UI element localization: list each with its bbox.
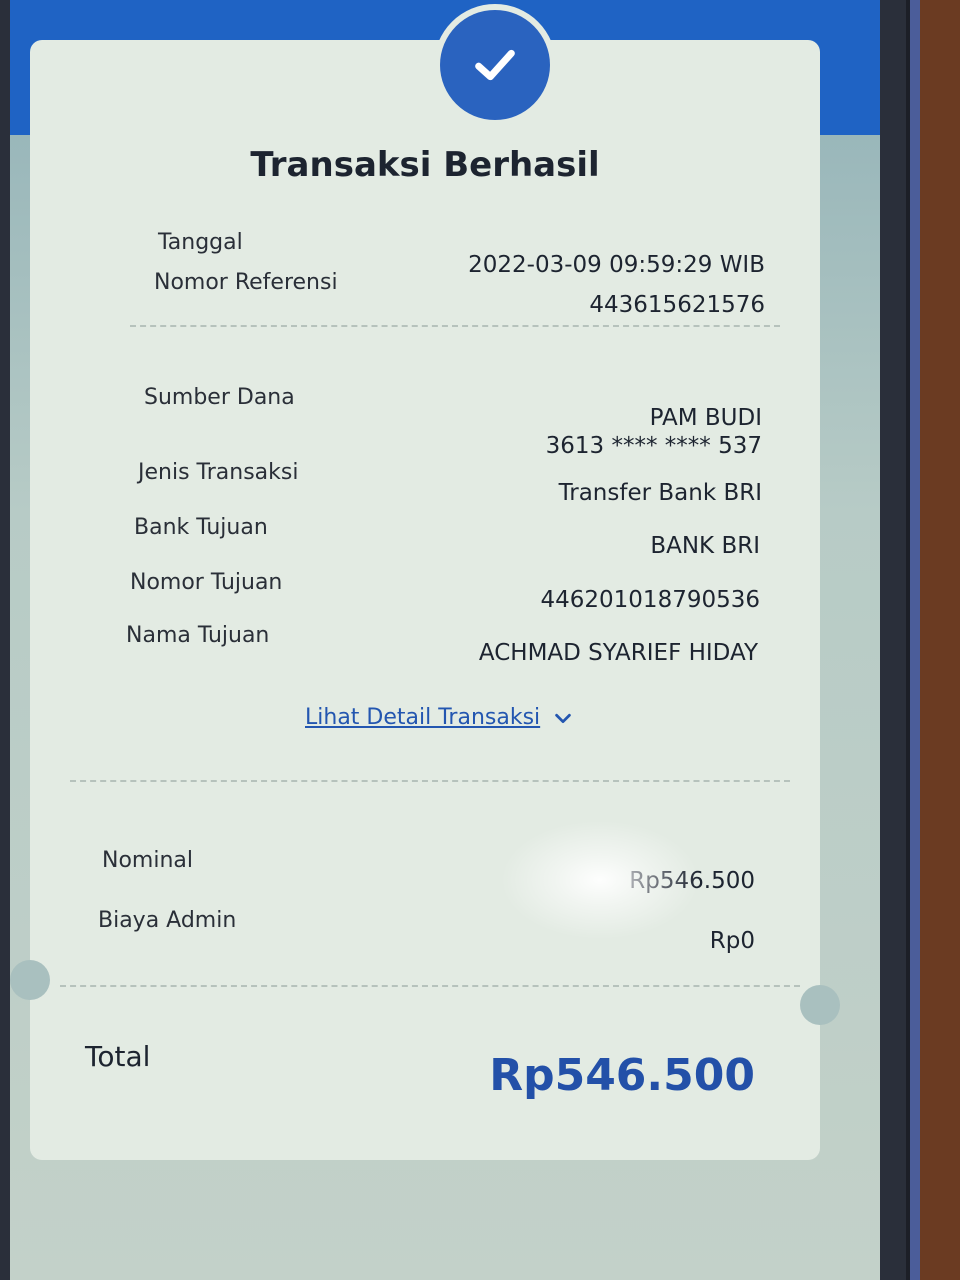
- success-badge: [440, 10, 550, 120]
- phone-screen: Transaksi Berhasil Tanggal 2022-03-09 09…: [10, 0, 880, 1280]
- chevron-down-icon[interactable]: [552, 707, 574, 729]
- lihat-detail-label[interactable]: Lihat Detail Transaksi: [305, 705, 540, 730]
- receipt-card: Transaksi Berhasil Tanggal 2022-03-09 09…: [10, 10, 840, 1160]
- jenis-transaksi-value: Transfer Bank BRI: [558, 480, 762, 506]
- jenis-transaksi-label: Jenis Transaksi: [138, 460, 299, 485]
- divider: [60, 985, 800, 987]
- nominal-label: Nominal: [102, 848, 193, 873]
- receipt-title: Transaksi Berhasil: [250, 145, 600, 185]
- photo-scene: Transaksi Berhasil Tanggal 2022-03-09 09…: [0, 0, 960, 1280]
- bank-tujuan-value: BANK BRI: [650, 533, 760, 559]
- sumber-dana-label: Sumber Dana: [144, 385, 295, 410]
- nominal-value: Rp546.500: [629, 868, 755, 894]
- tanggal-label: Tanggal: [158, 230, 243, 255]
- biaya-admin-value: Rp0: [709, 928, 755, 954]
- biaya-admin-label: Biaya Admin: [98, 908, 237, 933]
- nomor-referensi-label: Nomor Referensi: [154, 270, 338, 295]
- nomor-tujuan-value: 446201018790536: [540, 587, 761, 613]
- check-icon: [475, 49, 515, 81]
- nomor-tujuan-label: Nomor Tujuan: [130, 570, 283, 595]
- receipt-notch-left: [10, 960, 50, 1000]
- divider: [70, 780, 790, 782]
- receipt-notch-right: [800, 985, 840, 1025]
- lihat-detail-link[interactable]: Lihat Detail Transaksi: [305, 705, 574, 730]
- bank-tujuan-label: Bank Tujuan: [134, 515, 268, 540]
- nomor-referensi-value: 443615621576: [589, 292, 765, 318]
- total-value: Rp546.500: [489, 1050, 755, 1101]
- total-label: Total: [85, 1040, 151, 1073]
- tanggal-value: 2022-03-09 09:59:29 WIB: [468, 252, 765, 278]
- nama-tujuan-value: ACHMAD SYARIEF HIDAY: [478, 640, 758, 666]
- sumber-dana-account: 3613 **** **** 537: [545, 433, 762, 459]
- sumber-dana-name: PAM BUDI: [649, 405, 762, 431]
- nama-tujuan-label: Nama Tujuan: [126, 623, 270, 648]
- divider: [130, 325, 780, 327]
